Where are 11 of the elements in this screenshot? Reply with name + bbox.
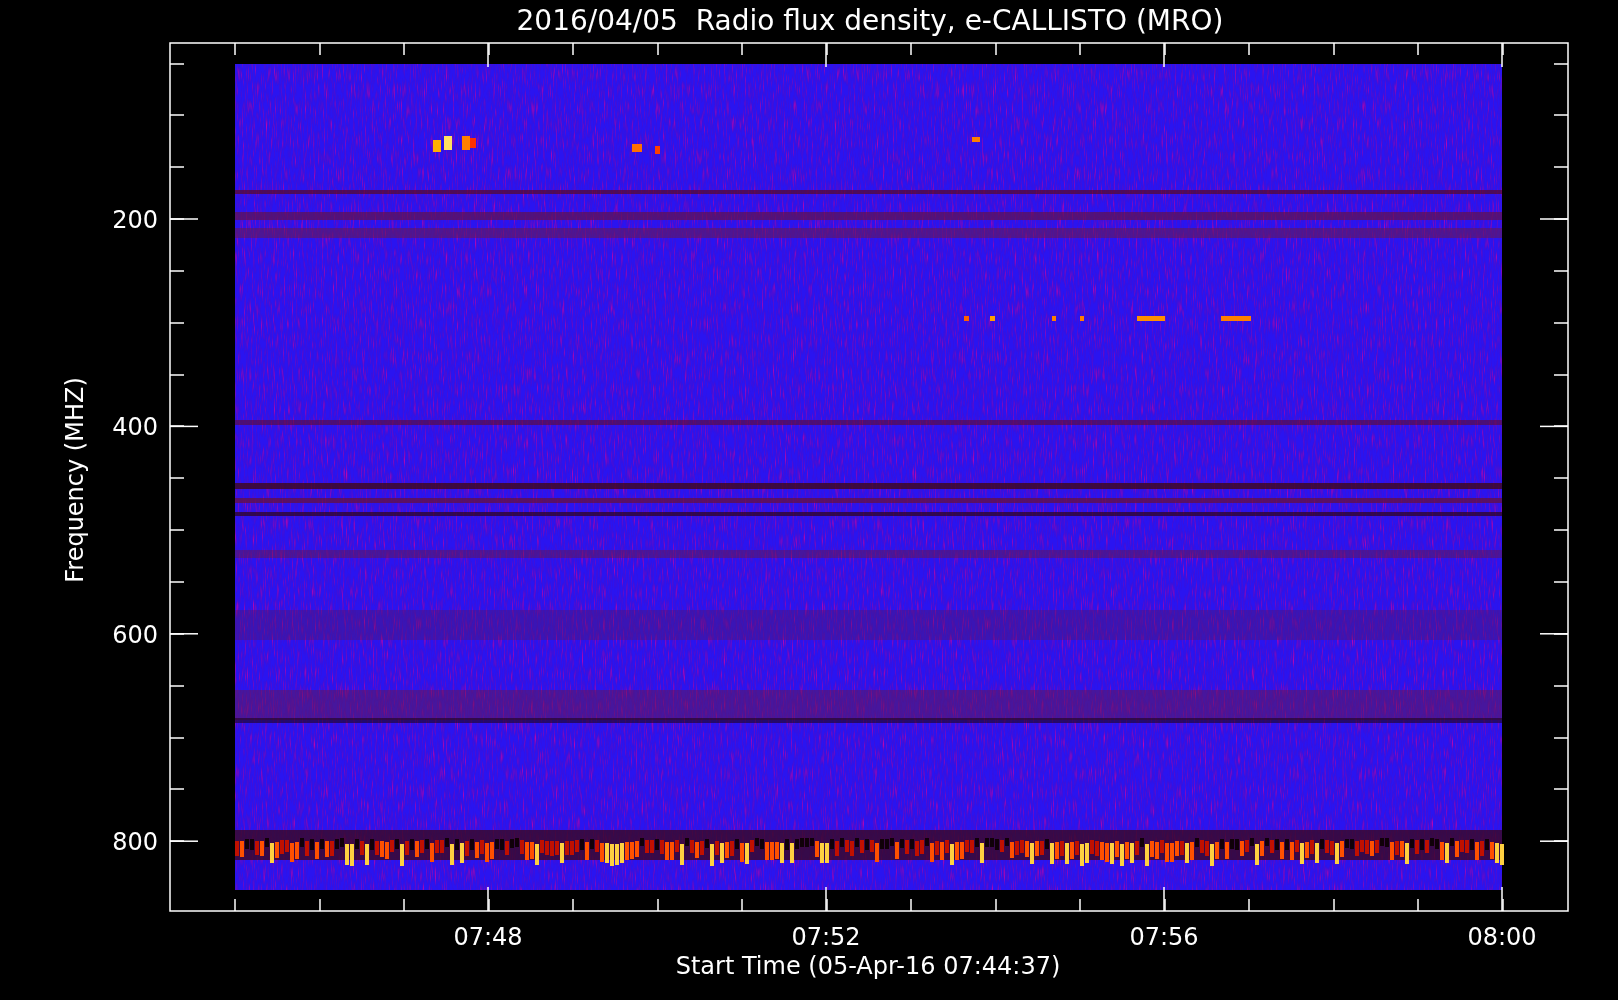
y-tick-label: 400 xyxy=(112,413,158,442)
y-tick-label: 600 xyxy=(112,620,158,649)
y-tick-label: 200 xyxy=(112,206,158,234)
x-axis-label: Start Time (05-Apr-16 07:44:37) xyxy=(675,952,1061,980)
x-tick-label: 07:52 xyxy=(791,923,861,951)
y-tick-label: 800 xyxy=(112,828,158,857)
y-axis-label: Frequency (MHZ) xyxy=(61,377,89,583)
plot-title: 2016/04/05 Radio flux density, e-CALLISTO (MRO) xyxy=(516,4,1224,37)
x-tick-label: 07:48 xyxy=(453,923,523,951)
x-tick-label: 07:56 xyxy=(1129,923,1199,951)
x-tick-label: 08:00 xyxy=(1467,923,1537,951)
